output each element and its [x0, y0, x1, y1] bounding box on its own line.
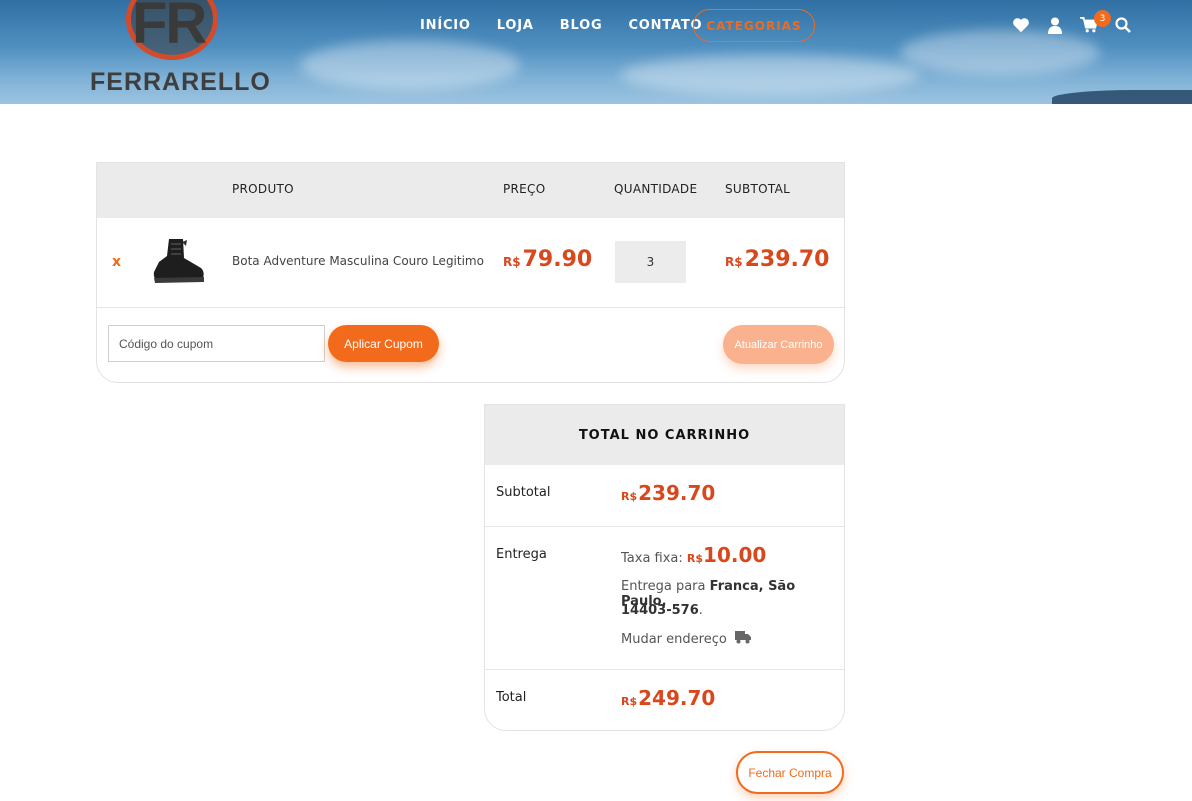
site-logo[interactable]: FR FERRARELLO: [88, 0, 270, 100]
cart-item-row: x Bota Adventure Masculina Couro Legitim…: [97, 218, 844, 308]
totals-shipping-row: Entrega Taxa fixa: R$10.00 Entrega para …: [485, 527, 844, 670]
currency-symbol: R$: [503, 255, 521, 269]
quantity-input[interactable]: 3: [615, 241, 686, 283]
flat-rate-value: R$10.00: [687, 543, 766, 567]
main-nav: INÍCIO LOJA BLOG CONTATO: [420, 18, 702, 33]
item-subtotal: R$239.70: [725, 247, 830, 272]
nav-blog[interactable]: BLOG: [560, 18, 603, 33]
sky-cloud: [300, 40, 520, 90]
logo-initials: FR: [132, 0, 207, 56]
flat-rate-amount: 10.00: [703, 543, 767, 567]
col-price: PREÇO: [503, 182, 546, 196]
change-address-label[interactable]: Mudar endereço: [621, 632, 727, 647]
item-subtotal-value: 239.70: [744, 247, 830, 272]
ship-to-prefix: Entrega para: [621, 579, 706, 594]
currency-symbol: R$: [725, 255, 743, 269]
header-icons: 3: [1012, 10, 1132, 34]
col-product: PRODUTO: [232, 182, 294, 196]
col-subtotal: SUBTOTAL: [725, 182, 791, 196]
currency-symbol: R$: [686, 552, 704, 565]
change-address-link[interactable]: Mudar endereço: [621, 631, 751, 648]
item-price-value: 79.90: [522, 247, 593, 272]
cart-table: PRODUTO PREÇO QUANTIDADE SUBTOTAL x Bota…: [96, 162, 845, 383]
site-header: FR FERRARELLO INÍCIO LOJA BLOG CONTATO C…: [0, 0, 1192, 104]
flat-rate-label: Taxa fixa:: [621, 551, 683, 566]
cart-count-badge: 3: [1094, 10, 1111, 27]
subtotal-value: R$239.70: [621, 481, 715, 505]
ship-to-zip: 14403-576: [621, 603, 699, 618]
search-icon[interactable]: [1114, 16, 1132, 34]
coupon-input[interactable]: Código do cupom: [108, 325, 325, 362]
cart-table-header: PRODUTO PREÇO QUANTIDADE SUBTOTAL: [97, 163, 844, 218]
total-value: R$249.70: [621, 686, 715, 710]
cart-totals: TOTAL NO CARRINHO Subtotal R$239.70 Entr…: [484, 404, 845, 731]
checkout-button[interactable]: Fechar Compra: [736, 751, 844, 794]
update-cart-button[interactable]: Atualizar Carrinho: [723, 325, 834, 364]
shipping-label: Entrega: [496, 547, 547, 562]
subtotal-amount: 239.70: [638, 481, 716, 505]
ship-to-zip-line: 14403-576.: [621, 603, 703, 618]
sky-cloud: [900, 30, 1100, 75]
apply-coupon-button[interactable]: Aplicar Cupom: [328, 325, 439, 362]
totals-subtotal-row: Subtotal R$239.70: [485, 465, 844, 527]
nav-inicio[interactable]: INÍCIO: [420, 18, 471, 33]
total-amount: 249.70: [638, 686, 716, 710]
remove-item-button[interactable]: x: [112, 254, 121, 270]
total-label: Total: [496, 690, 527, 705]
categories-button[interactable]: CATEGORIAS: [693, 9, 815, 42]
currency-symbol: R$: [621, 490, 638, 503]
product-thumbnail[interactable]: [149, 236, 207, 288]
nav-loja[interactable]: LOJA: [497, 18, 534, 33]
nav-contato[interactable]: CONTATO: [628, 18, 702, 33]
flat-rate: Taxa fixa: R$10.00: [621, 543, 766, 567]
subtotal-label: Subtotal: [496, 485, 551, 500]
col-quantity: QUANTIDADE: [614, 182, 698, 196]
cart-icon[interactable]: 3: [1080, 10, 1111, 34]
truck-icon: [734, 631, 751, 648]
product-name[interactable]: Bota Adventure Masculina Couro Legitimo: [232, 254, 484, 268]
header-landscape: [1052, 90, 1192, 104]
currency-symbol: R$: [621, 695, 638, 708]
user-icon[interactable]: [1046, 16, 1064, 34]
sky-cloud: [620, 55, 920, 95]
cart-totals-title: TOTAL NO CARRINHO: [485, 405, 844, 465]
heart-icon[interactable]: [1012, 16, 1030, 34]
logo-wordmark: FERRARELLO: [90, 68, 271, 96]
totals-total-row: Total R$249.70: [485, 670, 844, 730]
item-price: R$79.90: [503, 247, 592, 272]
